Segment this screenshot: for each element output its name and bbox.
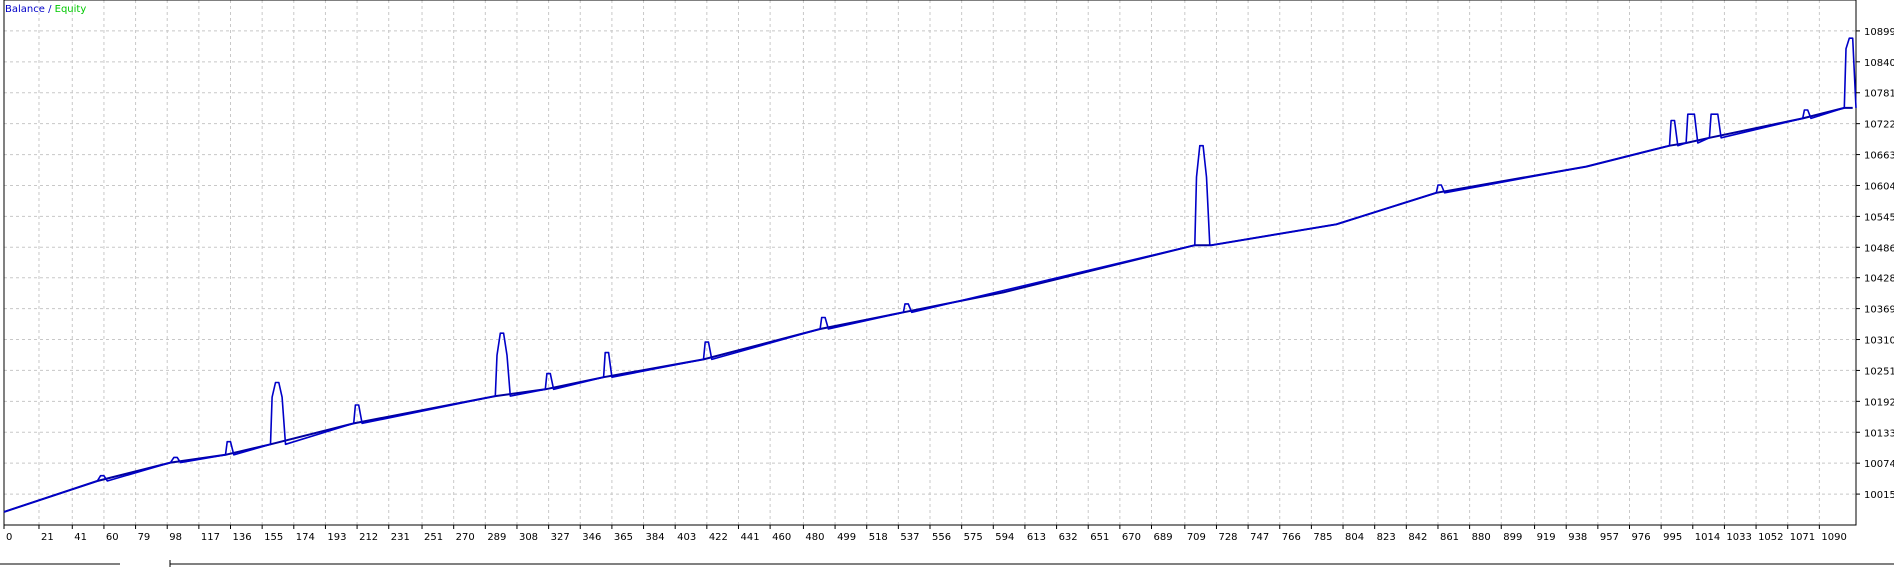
x-tick-label-1090: 1090 bbox=[1821, 532, 1846, 543]
x-tick-label-957: 957 bbox=[1600, 532, 1619, 543]
x-tick-label-346: 346 bbox=[582, 532, 601, 543]
y-tick-label-10722: 10722 bbox=[1864, 120, 1894, 131]
x-tick-label-575: 575 bbox=[964, 532, 983, 543]
y-tick-label-10369: 10369 bbox=[1864, 305, 1894, 316]
x-tick-label-327: 327 bbox=[551, 532, 570, 543]
x-tick-label-403: 403 bbox=[677, 532, 696, 543]
x-tick-label-117: 117 bbox=[201, 532, 220, 543]
x-tick-label-1071: 1071 bbox=[1790, 532, 1815, 543]
x-tick-label-766: 766 bbox=[1282, 532, 1301, 543]
y-tick-label-10604: 10604 bbox=[1864, 181, 1894, 192]
x-tick-label-804: 804 bbox=[1345, 532, 1364, 543]
x-axis-ticks: 0 21 41 60 79 98 117 136 155 174 193 212 231 251 270 28… bbox=[3, 525, 1847, 543]
y-tick-label-10428: 10428 bbox=[1864, 274, 1894, 285]
x-tick-label-747: 747 bbox=[1250, 532, 1269, 543]
x-tick-label-193: 193 bbox=[327, 532, 346, 543]
x-tick-label-0: 0 bbox=[6, 532, 12, 543]
x-tick-label-976: 976 bbox=[1631, 532, 1650, 543]
y-tick-label-10545: 10545 bbox=[1864, 212, 1894, 223]
x-tick-label-155: 155 bbox=[264, 532, 283, 543]
x-tick-label-212: 212 bbox=[359, 532, 378, 543]
chart-root: 10015 10074 10133 10192 10251 10310 10369 10428… bbox=[0, 0, 1894, 567]
y-tick-label-10663: 10663 bbox=[1864, 151, 1894, 162]
grid-layer bbox=[3, 0, 1856, 525]
x-tick-label-174: 174 bbox=[296, 532, 315, 543]
x-tick-label-556: 556 bbox=[932, 532, 951, 543]
x-tick-label-709: 709 bbox=[1187, 532, 1206, 543]
x-tick-label-251: 251 bbox=[424, 532, 443, 543]
x-tick-label-231: 231 bbox=[391, 532, 410, 543]
x-tick-label-899: 899 bbox=[1503, 532, 1522, 543]
x-tick-label-460: 460 bbox=[772, 532, 791, 543]
x-tick-label-79: 79 bbox=[138, 532, 151, 543]
x-tick-label-384: 384 bbox=[646, 532, 665, 543]
legend-equity-label: Equity bbox=[54, 4, 87, 15]
x-tick-label-480: 480 bbox=[805, 532, 824, 543]
y-tick-label-10133: 10133 bbox=[1864, 428, 1894, 439]
legend-balance-label: Balance bbox=[5, 4, 45, 15]
x-tick-label-632: 632 bbox=[1059, 532, 1078, 543]
balance-equity-chart: 10015 10074 10133 10192 10251 10310 10369 10428… bbox=[0, 0, 1894, 567]
y-axis-ticks: 10015 10074 10133 10192 10251 10310 10369 10428… bbox=[1856, 27, 1894, 501]
x-tick-label-1033: 1033 bbox=[1726, 532, 1751, 543]
x-tick-label-861: 861 bbox=[1440, 532, 1459, 543]
x-tick-label-1014: 1014 bbox=[1695, 532, 1720, 543]
x-tick-label-785: 785 bbox=[1313, 532, 1332, 543]
x-tick-label-919: 919 bbox=[1537, 532, 1556, 543]
x-tick-label-41: 41 bbox=[74, 532, 87, 543]
y-tick-label-10251: 10251 bbox=[1864, 366, 1894, 377]
x-tick-label-938: 938 bbox=[1568, 532, 1587, 543]
y-tick-label-10074: 10074 bbox=[1864, 459, 1894, 470]
x-tick-label-289: 289 bbox=[487, 532, 506, 543]
x-tick-label-518: 518 bbox=[869, 532, 888, 543]
y-tick-label-10840: 10840 bbox=[1864, 58, 1894, 69]
x-tick-label-1052: 1052 bbox=[1758, 532, 1783, 543]
y-tick-label-10781: 10781 bbox=[1864, 89, 1894, 100]
x-tick-label-880: 880 bbox=[1472, 532, 1491, 543]
x-tick-label-441: 441 bbox=[740, 532, 759, 543]
x-tick-label-98: 98 bbox=[169, 532, 182, 543]
scrollbar-layer bbox=[0, 560, 1894, 567]
x-tick-label-60: 60 bbox=[106, 532, 119, 543]
x-tick-label-823: 823 bbox=[1377, 532, 1396, 543]
legend-separator: / bbox=[48, 4, 52, 15]
x-tick-label-270: 270 bbox=[456, 532, 475, 543]
y-tick-label-10192: 10192 bbox=[1864, 397, 1894, 408]
y-tick-label-10310: 10310 bbox=[1864, 336, 1894, 347]
x-tick-label-670: 670 bbox=[1122, 532, 1141, 543]
x-tick-label-308: 308 bbox=[519, 532, 538, 543]
y-tick-label-10486: 10486 bbox=[1864, 243, 1894, 254]
x-tick-label-594: 594 bbox=[995, 532, 1014, 543]
x-tick-label-651: 651 bbox=[1090, 532, 1109, 543]
x-tick-label-136: 136 bbox=[233, 532, 252, 543]
chart-legend: Balance / Equity bbox=[5, 4, 86, 15]
x-tick-label-613: 613 bbox=[1027, 532, 1046, 543]
x-tick-label-499: 499 bbox=[837, 532, 856, 543]
y-tick-label-10899: 10899 bbox=[1864, 27, 1894, 38]
x-tick-label-21: 21 bbox=[41, 532, 54, 543]
x-tick-label-842: 842 bbox=[1408, 532, 1427, 543]
x-tick-label-995: 995 bbox=[1663, 532, 1682, 543]
x-tick-label-422: 422 bbox=[709, 532, 728, 543]
y-tick-label-10015: 10015 bbox=[1864, 490, 1894, 501]
x-tick-label-365: 365 bbox=[614, 532, 633, 543]
x-tick-label-689: 689 bbox=[1154, 532, 1173, 543]
x-tick-label-537: 537 bbox=[900, 532, 919, 543]
x-tick-label-728: 728 bbox=[1218, 532, 1237, 543]
